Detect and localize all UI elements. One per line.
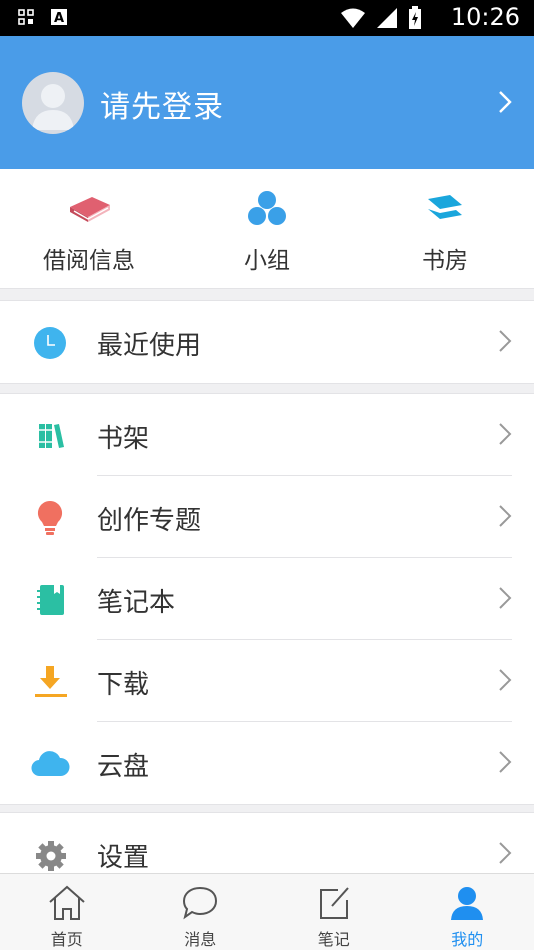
menu-item-label: 书架 bbox=[97, 424, 150, 454]
chevron-right-icon[interactable] bbox=[498, 90, 512, 118]
signal-icon bbox=[376, 7, 398, 33]
quick-action-group[interactable]: 小组 bbox=[178, 169, 356, 289]
layers-icon bbox=[422, 189, 468, 229]
quick-action-label: 书房 bbox=[422, 248, 468, 274]
menu-item-label: 云盘 bbox=[97, 752, 150, 782]
chevron-right-icon bbox=[498, 422, 512, 450]
lightbulb-icon bbox=[30, 498, 70, 538]
bookshelf-icon bbox=[30, 416, 70, 456]
tab-notes[interactable]: 笔记 bbox=[267, 874, 401, 950]
battery-icon bbox=[408, 6, 422, 34]
tab-label: 首页 bbox=[50, 930, 83, 949]
tab-me[interactable]: 我的 bbox=[401, 874, 534, 950]
section-library: 书架 创作专题 笔记本 下载 云盘 bbox=[0, 393, 534, 805]
book-icon bbox=[66, 189, 112, 229]
avatar[interactable] bbox=[22, 72, 84, 134]
home-icon bbox=[47, 884, 87, 922]
chevron-right-icon bbox=[498, 504, 512, 532]
tab-messages[interactable]: 消息 bbox=[134, 874, 268, 950]
menu-item-label: 创作专题 bbox=[97, 506, 202, 536]
menu-item-creation-topics[interactable]: 创作专题 bbox=[0, 476, 534, 558]
status-bar: A 10:26 bbox=[0, 0, 534, 36]
a-icon: A bbox=[50, 8, 68, 30]
clock-icon bbox=[30, 323, 70, 363]
menu-item-label: 设置 bbox=[97, 843, 150, 873]
menu-item-label: 笔记本 bbox=[97, 588, 176, 618]
tab-label: 笔记 bbox=[317, 930, 350, 949]
quick-action-label: 小组 bbox=[244, 248, 290, 274]
download-icon bbox=[30, 662, 70, 702]
grid-icon bbox=[18, 9, 34, 29]
tab-label: 我的 bbox=[451, 930, 484, 949]
menu-item-label: 下载 bbox=[97, 670, 150, 700]
profile-header[interactable]: 请先登录 bbox=[0, 36, 534, 169]
menu-item-cloud-drive[interactable]: 云盘 bbox=[0, 722, 534, 804]
bottom-tab-bar: 首页 消息 笔记 我的 bbox=[0, 873, 534, 950]
chevron-right-icon bbox=[498, 668, 512, 696]
chevron-right-icon bbox=[498, 841, 512, 869]
quick-action-label: 借阅信息 bbox=[43, 248, 135, 274]
group-icon bbox=[244, 189, 290, 229]
menu-item-bookshelf[interactable]: 书架 bbox=[0, 394, 534, 476]
section-recent: 最近使用 bbox=[0, 300, 534, 384]
menu-item-label: 最近使用 bbox=[97, 331, 202, 361]
user-icon bbox=[447, 884, 487, 922]
menu-item-notebook[interactable]: 笔记本 bbox=[0, 558, 534, 640]
login-prompt[interactable]: 请先登录 bbox=[100, 82, 224, 126]
quick-action-study[interactable]: 书房 bbox=[356, 169, 534, 289]
tab-home[interactable]: 首页 bbox=[0, 874, 134, 950]
menu-item-recent[interactable]: 最近使用 bbox=[0, 301, 534, 383]
chevron-right-icon bbox=[498, 586, 512, 614]
chevron-right-icon bbox=[498, 329, 512, 357]
wifi-icon bbox=[340, 7, 366, 33]
note-icon bbox=[314, 884, 354, 922]
quick-action-borrow[interactable]: 借阅信息 bbox=[0, 169, 178, 289]
svg-text:A: A bbox=[54, 11, 64, 26]
chevron-right-icon bbox=[498, 750, 512, 778]
quick-actions: 借阅信息 小组 书房 bbox=[0, 169, 534, 289]
tab-label: 消息 bbox=[184, 930, 217, 949]
notebook-icon bbox=[30, 580, 70, 620]
clock-time: 10:26 bbox=[450, 3, 520, 31]
gear-icon bbox=[30, 835, 70, 875]
message-icon bbox=[180, 884, 220, 922]
cloud-icon bbox=[30, 744, 70, 784]
menu-item-download[interactable]: 下载 bbox=[0, 640, 534, 722]
